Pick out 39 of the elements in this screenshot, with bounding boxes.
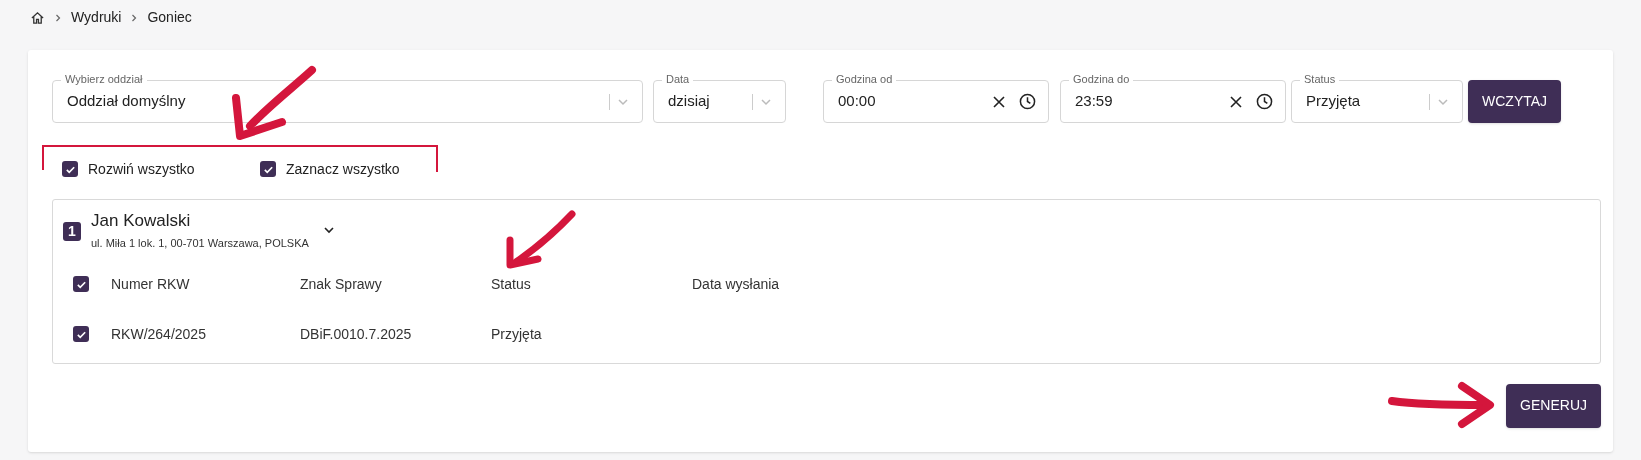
table-cell-text: RKW/264/2025 bbox=[111, 325, 207, 344]
field-label: Wybierz oddział bbox=[61, 72, 147, 86]
breadcrumb-link[interactable]: Goniec bbox=[147, 7, 192, 28]
column-header: Numer RKW bbox=[111, 275, 191, 294]
load-button[interactable]: WCZYTAJ bbox=[1468, 80, 1562, 123]
breadcrumb-link[interactable]: Wydruki bbox=[71, 7, 122, 28]
field-value: Oddział domyślny bbox=[67, 91, 187, 112]
checkbox[interactable] bbox=[62, 161, 78, 177]
field-label: Godzina do bbox=[1069, 72, 1134, 86]
field-label: Godzina od bbox=[832, 72, 897, 86]
field-value: Przyjęta bbox=[1306, 91, 1362, 112]
field-label: Data bbox=[662, 72, 694, 86]
column-header: Znak Sprawy bbox=[300, 275, 383, 294]
generate-button[interactable]: GENERUJ bbox=[1506, 383, 1601, 428]
recipient-address: ul. Miła 1 lok. 1, 00-701 Warszawa, POLSKA bbox=[91, 236, 309, 251]
checkbox-label: Rozwiń wszystko bbox=[88, 159, 195, 179]
checkbox[interactable] bbox=[260, 161, 276, 177]
field-value: 23:59 bbox=[1075, 91, 1114, 112]
checkbox-label: Zaznacz wszystko bbox=[286, 159, 400, 179]
checkbox[interactable] bbox=[73, 276, 89, 292]
clock-icon[interactable] bbox=[1019, 93, 1036, 110]
field-label: Status bbox=[1300, 72, 1340, 86]
field-value: dzisiaj bbox=[668, 91, 711, 112]
column-header: Data wysłania bbox=[692, 275, 780, 294]
table-cell-text: Przyjęta bbox=[491, 325, 543, 344]
clear-icon[interactable] bbox=[1230, 95, 1242, 108]
chevron-right-icon bbox=[131, 13, 138, 22]
chevron-down-icon[interactable] bbox=[322, 224, 335, 236]
chevron-right-icon bbox=[55, 13, 61, 22]
number-badge: 1 bbox=[63, 222, 81, 241]
checkbox[interactable] bbox=[73, 326, 89, 342]
annotation-arrow bbox=[506, 210, 576, 269]
field-value: 00:00 bbox=[838, 91, 877, 112]
clock-icon[interactable] bbox=[1256, 93, 1273, 110]
column-header: Status bbox=[491, 275, 532, 294]
table-cell-text: DBiF.0010.7.2025 bbox=[300, 325, 413, 344]
recipient-name: Jan Kowalski bbox=[91, 210, 192, 232]
clear-icon[interactable] bbox=[993, 95, 1005, 108]
home-icon[interactable] bbox=[30, 10, 45, 25]
